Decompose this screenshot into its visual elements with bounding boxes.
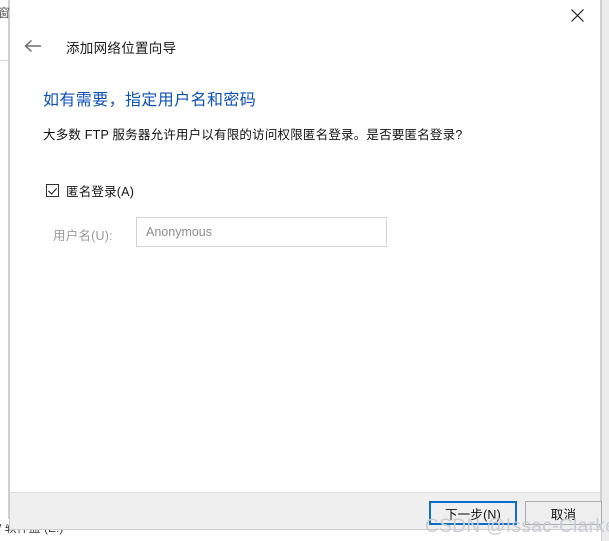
anonymous-login-checkbox[interactable] <box>46 184 59 197</box>
username-field-row: 用户名(U): <box>46 217 396 249</box>
wizard-content-pane: 如有需要，指定用户名和密码 大多数 FTP 服务器允许用户以有限的访问权限匿名登… <box>10 67 600 492</box>
username-input[interactable] <box>136 217 387 247</box>
add-network-location-wizard-dialog: 添加网络位置向导 如有需要，指定用户名和密码 大多数 FTP 服务器允许用户以有… <box>9 0 602 530</box>
close-x-icon <box>570 9 584 22</box>
page-heading: 如有需要，指定用户名和密码 <box>43 92 257 109</box>
back-arrow-icon <box>24 39 42 53</box>
close-button[interactable] <box>554 0 600 31</box>
anonymous-login-label: 匿名登录(A) <box>66 185 135 199</box>
cancel-button[interactable]: 取消 <box>525 501 602 525</box>
background-window-sliver[interactable]: 窗 <box>0 0 10 519</box>
background-window-divider <box>0 60 8 61</box>
anonymous-login-checkbox-row[interactable]: 匿名登录(A) <box>46 181 134 200</box>
dialog-titlebar: 添加网络位置向导 <box>10 0 600 67</box>
dialog-footer: 下一步(N) 取消 <box>10 492 602 529</box>
next-button[interactable]: 下一步(N) <box>429 501 517 525</box>
back-button[interactable] <box>18 31 48 61</box>
page-description: 大多数 FTP 服务器允许用户以有限的访问权限匿名登录。是否要匿名登录? <box>43 128 463 142</box>
background-right-strip <box>601 0 609 541</box>
wizard-title: 添加网络位置向导 <box>66 41 177 56</box>
username-label: 用户名(U): <box>53 229 113 243</box>
